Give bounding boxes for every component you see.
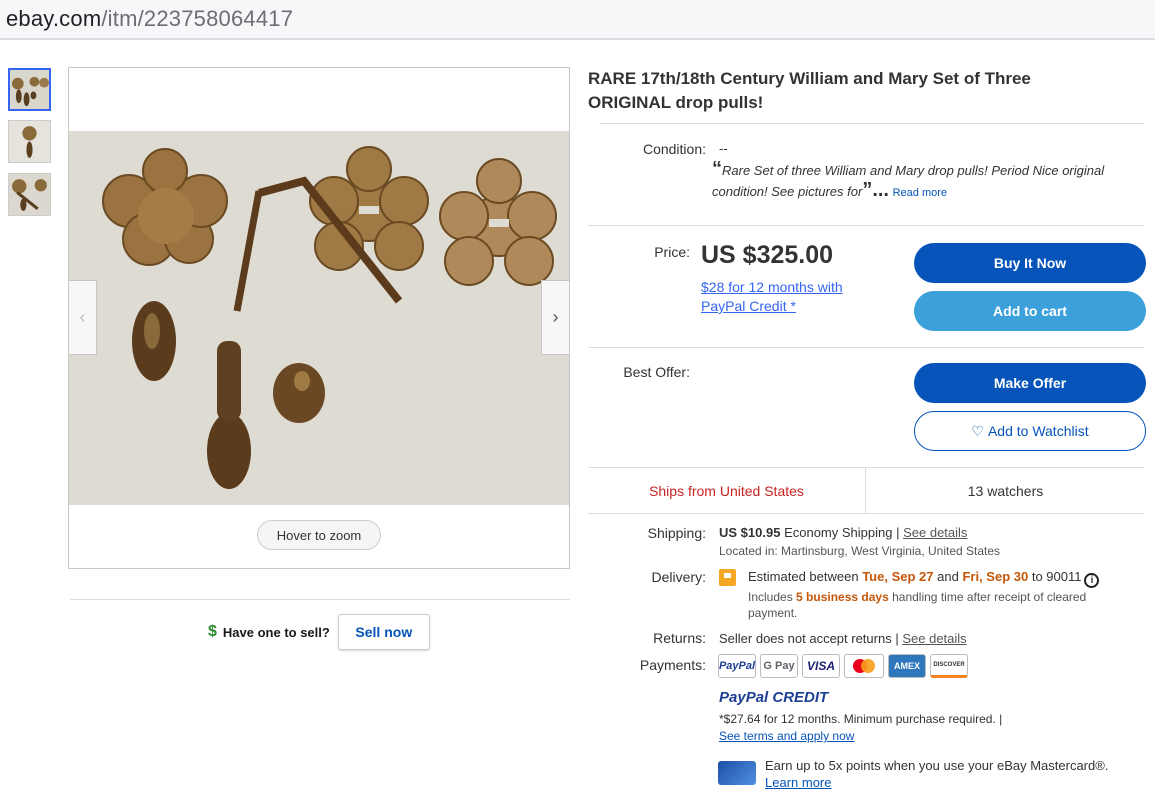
sell-prompt: $ Have one to sell? Sell now [208,614,430,650]
divider [70,599,570,600]
condition-label: Condition: [642,141,706,157]
price-label: Price: [654,244,690,260]
seller-description: “Rare Set of three William and Mary drop… [712,158,1105,201]
add-to-cart-button[interactable]: Add to cart [914,291,1146,331]
mastercard-icon [844,654,884,678]
chevron-right-icon: › [552,307,559,327]
url-text: ebay.com/itm/223758064417 [6,6,294,31]
visa-icon: VISA [802,654,840,678]
see-terms-link[interactable]: See terms and apply now [719,729,854,743]
paypal-credit-logo: PayPal CREDIT [719,689,829,706]
mastercard-promo: Earn up to 5x points when you use your e… [765,758,1109,773]
divider [588,513,1144,514]
thumbnail-image [9,174,50,215]
delivery-label: Delivery: [651,569,706,585]
divider [588,225,1144,226]
watchers-count: 13 watchers [967,482,1044,499]
credit-terms: *$27.64 for 12 months. Minimum purchase … [719,712,1003,726]
handling-time: Includes 5 business days handling time a… [748,590,1087,620]
sell-now-button[interactable]: Sell now [337,614,430,650]
next-image-button[interactable]: › [541,280,569,355]
amex-icon: AMEX [888,654,926,678]
main-image-viewer[interactable]: ‹ › Hover to zoom [68,67,570,569]
thumbnail-image [10,70,49,109]
thumbnail-2[interactable] [8,120,51,163]
dollar-icon: $ [208,623,217,640]
returns-label: Returns: [653,630,706,646]
price-value: US $325.00 [701,241,834,269]
sell-question: Have one to sell? [222,624,330,640]
shipping-value: US $10.95 Economy Shipping | See details [719,525,968,540]
shipping-see-details-link[interactable]: See details [903,525,967,540]
chevron-left-icon: ‹ [79,307,86,327]
buy-it-now-button[interactable]: Buy It Now [914,243,1146,283]
delivery-flag-icon [719,569,736,586]
product-photo[interactable] [69,131,569,505]
shipping-label: Shipping: [647,525,706,541]
item-location: Located in: Martinsburg, West Virginia, … [719,544,1001,558]
learn-more-link[interactable]: Learn more [765,775,831,790]
discover-icon: DISCOVER [930,654,968,678]
thumbnail-1[interactable] [8,68,51,111]
heart-icon: ♡ [971,422,984,439]
info-icon[interactable]: i [1084,573,1100,588]
add-to-watchlist-button[interactable]: ♡ Add to Watchlist [914,411,1146,451]
divider [600,123,1144,124]
condition-value: -- [719,141,728,156]
thumbnail-image [9,121,50,162]
read-more-link[interactable]: Read more [893,187,947,199]
payments-label: Payments: [639,657,706,673]
ships-from: Ships from United States [588,467,866,514]
delivery-estimate: Estimated between Tue, Sep 27 and Fri, S… [748,569,1100,588]
divider [588,347,1144,348]
make-offer-button[interactable]: Make Offer [914,363,1146,403]
best-offer-label: Best Offer: [623,364,690,380]
product-image [69,131,569,505]
returns-see-details-link[interactable]: See details [902,631,966,646]
paypal-payment-icon: PayPal [718,654,756,678]
google-pay-icon: G Pay [760,654,798,678]
previous-image-button[interactable]: ‹ [69,280,97,355]
item-title: RARE 17th/18th Century William and Mary … [588,69,1031,112]
paypal-credit-offer-link[interactable]: $28 for 12 months with PayPal Credit * [701,278,871,316]
address-bar[interactable]: ebay.com/itm/223758064417 [0,0,1155,40]
hover-to-zoom-hint: Hover to zoom [257,520,381,550]
returns-value: Seller does not accept returns | See det… [719,631,967,646]
ebay-mastercard-icon [718,761,756,785]
thumbnail-3[interactable] [8,173,51,216]
